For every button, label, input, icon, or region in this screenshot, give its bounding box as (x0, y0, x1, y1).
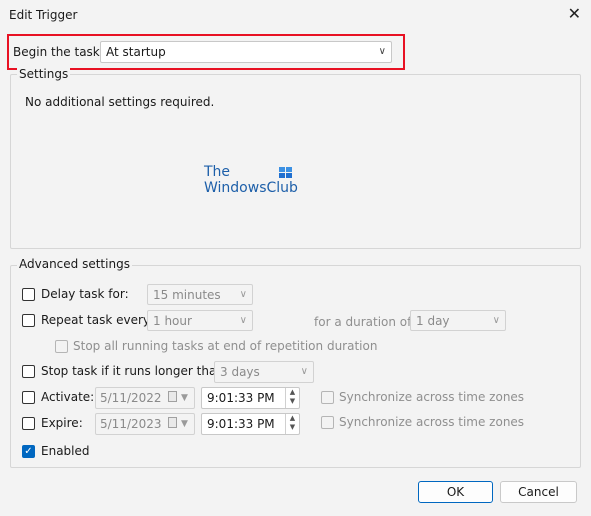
delay-task-select[interactable]: 15 minutes ∨ (147, 284, 253, 305)
chevron-down-icon: ∨ (239, 315, 247, 326)
expire-date-value: 5/11/2023 (100, 417, 162, 431)
expire-time-value: 9:01:33 PM (207, 417, 275, 431)
repeat-task-select[interactable]: 1 hour ∨ (147, 310, 253, 331)
expire-checkbox[interactable] (22, 417, 35, 430)
spinner-icon[interactable]: ▲ ▼ (285, 414, 299, 434)
checkmark-icon: ✓ (24, 446, 33, 457)
chevron-down-icon: ∨ (492, 315, 500, 326)
enabled-label: Enabled (41, 444, 90, 458)
windows-logo-icon (279, 167, 293, 179)
activate-sync-label: Synchronize across time zones (339, 390, 525, 404)
chevron-down-icon: ∨ (300, 366, 308, 377)
chevron-down-icon: ▼ (181, 419, 188, 429)
advanced-settings-title: Advanced settings (17, 257, 132, 271)
spinner-icon[interactable]: ▲ ▼ (285, 388, 299, 408)
settings-message: No additional settings required. (25, 95, 215, 109)
expire-sync-label: Synchronize across time zones (339, 415, 525, 429)
begin-task-value: At startup (106, 45, 166, 59)
expire-date-input[interactable]: 5/11/2023 ▼ (95, 413, 195, 435)
stop-running-tasks-checkbox[interactable] (55, 340, 68, 353)
chevron-down-icon: ▼ (181, 393, 188, 403)
delay-task-label: Delay task for: (41, 287, 129, 301)
stop-longer-checkbox[interactable] (22, 365, 35, 378)
stop-longer-select[interactable]: 3 days ∨ (214, 361, 314, 383)
activate-date-input[interactable]: 5/11/2022 ▼ (95, 387, 195, 409)
repeat-task-value: 1 hour (153, 314, 192, 328)
duration-label: for a duration of: (314, 315, 415, 329)
activate-time-value: 9:01:33 PM (207, 391, 275, 405)
window-title: Edit Trigger (9, 8, 78, 22)
expire-label: Expire: (41, 416, 83, 430)
expire-time-input[interactable]: 9:01:33 PM ▲ ▼ (201, 413, 300, 435)
chevron-down-icon: ∨ (378, 46, 386, 57)
calendar-icon (168, 391, 177, 402)
expire-sync-checkbox[interactable] (321, 416, 334, 429)
settings-group-title: Settings (17, 67, 71, 81)
repeat-task-label: Repeat task every: (41, 313, 154, 327)
stop-longer-label: Stop task if it runs longer than: (41, 364, 228, 378)
activate-checkbox[interactable] (22, 391, 35, 404)
stop-running-tasks-label: Stop all running tasks at end of repetit… (73, 339, 378, 353)
delay-task-value: 15 minutes (153, 288, 221, 302)
begin-task-label: Begin the task: (13, 45, 104, 59)
ok-button[interactable]: OK (418, 481, 493, 503)
activate-label: Activate: (41, 390, 95, 404)
close-icon[interactable]: ✕ (568, 5, 581, 23)
duration-value: 1 day (416, 314, 450, 328)
repeat-task-checkbox[interactable] (22, 314, 35, 327)
activate-date-value: 5/11/2022 (100, 391, 162, 405)
activate-sync-checkbox[interactable] (321, 391, 334, 404)
activate-time-input[interactable]: 9:01:33 PM ▲ ▼ (201, 387, 300, 409)
calendar-icon (168, 417, 177, 428)
cancel-button[interactable]: Cancel (500, 481, 577, 503)
enabled-checkbox[interactable]: ✓ (22, 445, 35, 458)
logo-text-line2: WindowsClub (204, 180, 298, 196)
delay-task-checkbox[interactable] (22, 288, 35, 301)
duration-select[interactable]: 1 day ∨ (410, 310, 506, 331)
chevron-down-icon: ∨ (239, 289, 247, 300)
logo-text-line1: The (204, 164, 231, 180)
stop-longer-value: 3 days (220, 365, 260, 379)
title-bar: Edit Trigger ✕ (0, 0, 591, 32)
begin-task-select[interactable]: At startup ∨ (100, 41, 392, 63)
